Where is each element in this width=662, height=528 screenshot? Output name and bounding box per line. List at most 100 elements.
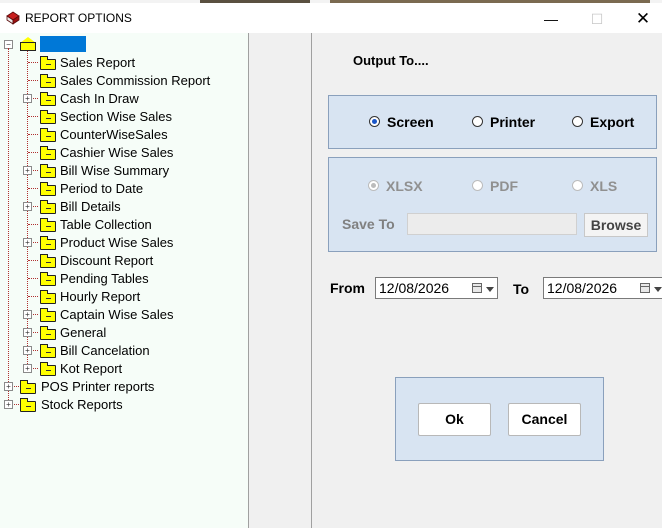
folder-icon	[40, 164, 56, 178]
radio-printer-label: Printer	[490, 114, 536, 130]
save-to-input	[407, 213, 577, 235]
report-tree[interactable]: − Sales Report Sales Commission Report + Ca…	[0, 33, 249, 528]
expand-icon[interactable]: +	[23, 364, 32, 373]
tree-node[interactable]: Cashier Wise Sales	[60, 145, 173, 160]
tree-node[interactable]: Section Wise Sales	[60, 109, 172, 124]
to-label: To	[513, 281, 530, 297]
calendar-icon[interactable]	[640, 283, 650, 293]
expand-icon[interactable]: +	[23, 328, 32, 337]
folder-icon	[40, 110, 56, 124]
expand-icon[interactable]: +	[23, 202, 32, 211]
radio-xlsx-label: XLSX	[386, 178, 423, 194]
radio-screen-label: Screen	[387, 114, 434, 130]
tree-node[interactable]: Product Wise Sales	[60, 235, 173, 250]
folder-icon	[40, 236, 56, 250]
folder-icon	[20, 398, 36, 412]
report-book-icon	[6, 11, 20, 25]
tree-line	[28, 296, 38, 297]
to-date-picker[interactable]: 12/08/2026	[543, 277, 662, 299]
tree-line	[28, 152, 38, 153]
radio-checked-icon[interactable]	[369, 116, 380, 127]
tree-node[interactable]: Period to Date	[60, 181, 143, 196]
folder-icon	[40, 182, 56, 196]
tree-node[interactable]: Cash In Draw	[60, 91, 139, 106]
tree-node[interactable]: CounterWiseSales	[60, 127, 168, 142]
folder-icon	[40, 200, 56, 214]
tree-line	[28, 80, 38, 81]
maximize-button[interactable]: ☐	[574, 6, 620, 32]
radio-pdf-label: PDF	[490, 178, 518, 194]
tree-node[interactable]: Bill Wise Summary	[60, 163, 169, 178]
expand-icon[interactable]: +	[4, 400, 13, 409]
from-date-value: 12/08/2026	[379, 280, 450, 296]
folder-icon	[40, 254, 56, 268]
tree-line	[28, 62, 38, 63]
output-group: Screen Printer Export	[328, 95, 657, 149]
output-title: Output To....	[353, 53, 429, 68]
folder-icon	[40, 128, 56, 142]
tree-node[interactable]: Sales Report	[60, 55, 135, 70]
chevron-down-icon[interactable]	[486, 287, 494, 292]
tree-line	[8, 48, 9, 404]
expand-icon[interactable]: +	[23, 310, 32, 319]
browse-button: Browse	[584, 213, 648, 237]
cancel-button[interactable]: Cancel	[508, 403, 581, 436]
tree-root-node[interactable]	[40, 36, 86, 52]
tree-node[interactable]: Bill Details	[60, 199, 121, 214]
tree-node[interactable]: Bill Cancelation	[60, 343, 150, 358]
close-button[interactable]: ✕	[620, 6, 662, 32]
tree-line	[28, 224, 38, 225]
title-bar: REPORT OPTIONS — ☐ ✕	[0, 3, 662, 33]
folder-icon	[40, 92, 56, 106]
open-folder-icon	[20, 37, 36, 51]
folder-icon	[40, 308, 56, 322]
folder-icon	[40, 326, 56, 340]
tree-node[interactable]: General	[60, 325, 106, 340]
expand-icon[interactable]: +	[23, 238, 32, 247]
radio-unchecked-icon[interactable]	[472, 116, 483, 127]
action-group: Ok Cancel	[395, 377, 604, 461]
from-date-picker[interactable]: 12/08/2026	[375, 277, 498, 299]
folder-icon	[40, 56, 56, 70]
radio-unchecked-icon	[472, 180, 483, 191]
tree-line	[28, 188, 38, 189]
options-panel: Output To.... Screen Printer Export XLSX…	[311, 33, 662, 528]
tree-node[interactable]: POS Printer reports	[41, 379, 154, 394]
chevron-down-icon[interactable]	[654, 287, 662, 292]
save-to-label: Save To	[342, 216, 395, 232]
folder-icon	[40, 362, 56, 376]
folder-icon	[20, 380, 36, 394]
tree-node[interactable]: Pending Tables	[60, 271, 149, 286]
folder-icon	[40, 146, 56, 160]
expand-icon[interactable]: +	[4, 382, 13, 391]
tree-node[interactable]: Sales Commission Report	[60, 73, 210, 88]
tree-node[interactable]: Captain Wise Sales	[60, 307, 173, 322]
folder-icon	[40, 344, 56, 358]
radio-unchecked-icon[interactable]	[572, 116, 583, 127]
window-title: REPORT OPTIONS	[25, 11, 132, 25]
tree-line	[28, 134, 38, 135]
folder-icon	[40, 74, 56, 88]
panel-splitter[interactable]	[249, 33, 311, 528]
expand-icon[interactable]: +	[23, 346, 32, 355]
tree-line	[28, 116, 38, 117]
radio-unchecked-icon	[572, 180, 583, 191]
folder-icon	[40, 290, 56, 304]
tree-node[interactable]: Stock Reports	[41, 397, 123, 412]
tree-node[interactable]: Table Collection	[60, 217, 152, 232]
folder-icon	[40, 218, 56, 232]
tree-line	[28, 260, 38, 261]
tree-node[interactable]: Kot Report	[60, 361, 122, 376]
tree-node[interactable]: Hourly Report	[60, 289, 140, 304]
folder-icon	[40, 272, 56, 286]
tree-node[interactable]: Discount Report	[60, 253, 153, 268]
radio-xls-label: XLS	[590, 178, 618, 194]
calendar-icon[interactable]	[472, 283, 482, 293]
expand-icon[interactable]: +	[23, 94, 32, 103]
expand-icon[interactable]: +	[23, 166, 32, 175]
export-group: XLSX PDF XLS Save To Browse	[328, 157, 657, 252]
radio-export-label: Export	[590, 114, 635, 130]
minimize-button[interactable]: —	[528, 6, 574, 32]
radio-checked-icon	[368, 180, 379, 191]
ok-button[interactable]: Ok	[418, 403, 491, 436]
